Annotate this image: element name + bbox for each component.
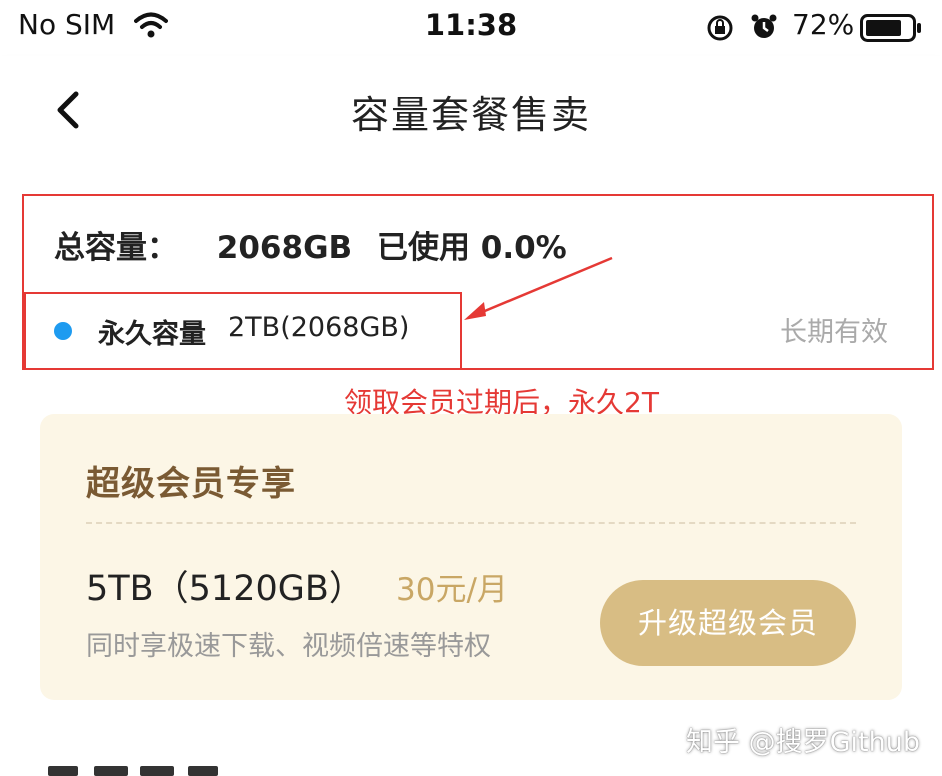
vip-card: 超级会员专享 5TB（5120GB） 30元/月 同时享极速下载、视频倍速等特权… [40,414,902,700]
permanent-plan-row: 永久容量 2TB(2068GB) [24,292,462,370]
page-title: 容量套餐售卖 [350,93,591,137]
alarm-icon [751,14,777,38]
status-bar: No SIM 11:38 72% [0,0,942,56]
plan-name: 永久容量 [98,319,206,350]
plan-dot [54,322,72,340]
vip-size: 5TB（5120GB） [86,569,364,609]
watermark: 知乎 @搜罗Github [686,727,920,758]
plan-size: 2TB(2068GB) [228,312,410,343]
total-capacity-value: 2068GB [216,230,353,266]
annotation-arrow [464,256,613,320]
nav-bar: 容量套餐售卖 [0,56,942,160]
upgrade-vip-button[interactable]: 升级超级会员 [600,580,856,666]
battery-icon [860,14,921,42]
vip-price: 30元/月 [396,572,508,608]
total-capacity-label: 总容量： [54,230,178,266]
vip-description: 同时享极速下载、视频倍速等特权 [86,631,491,662]
battery-percent: 72% [792,8,855,41]
vip-title: 超级会员专享 [86,464,296,504]
orientation-lock-icon [707,15,733,41]
plan-validity: 长期有效 [780,317,888,348]
vip-divider [86,522,856,524]
